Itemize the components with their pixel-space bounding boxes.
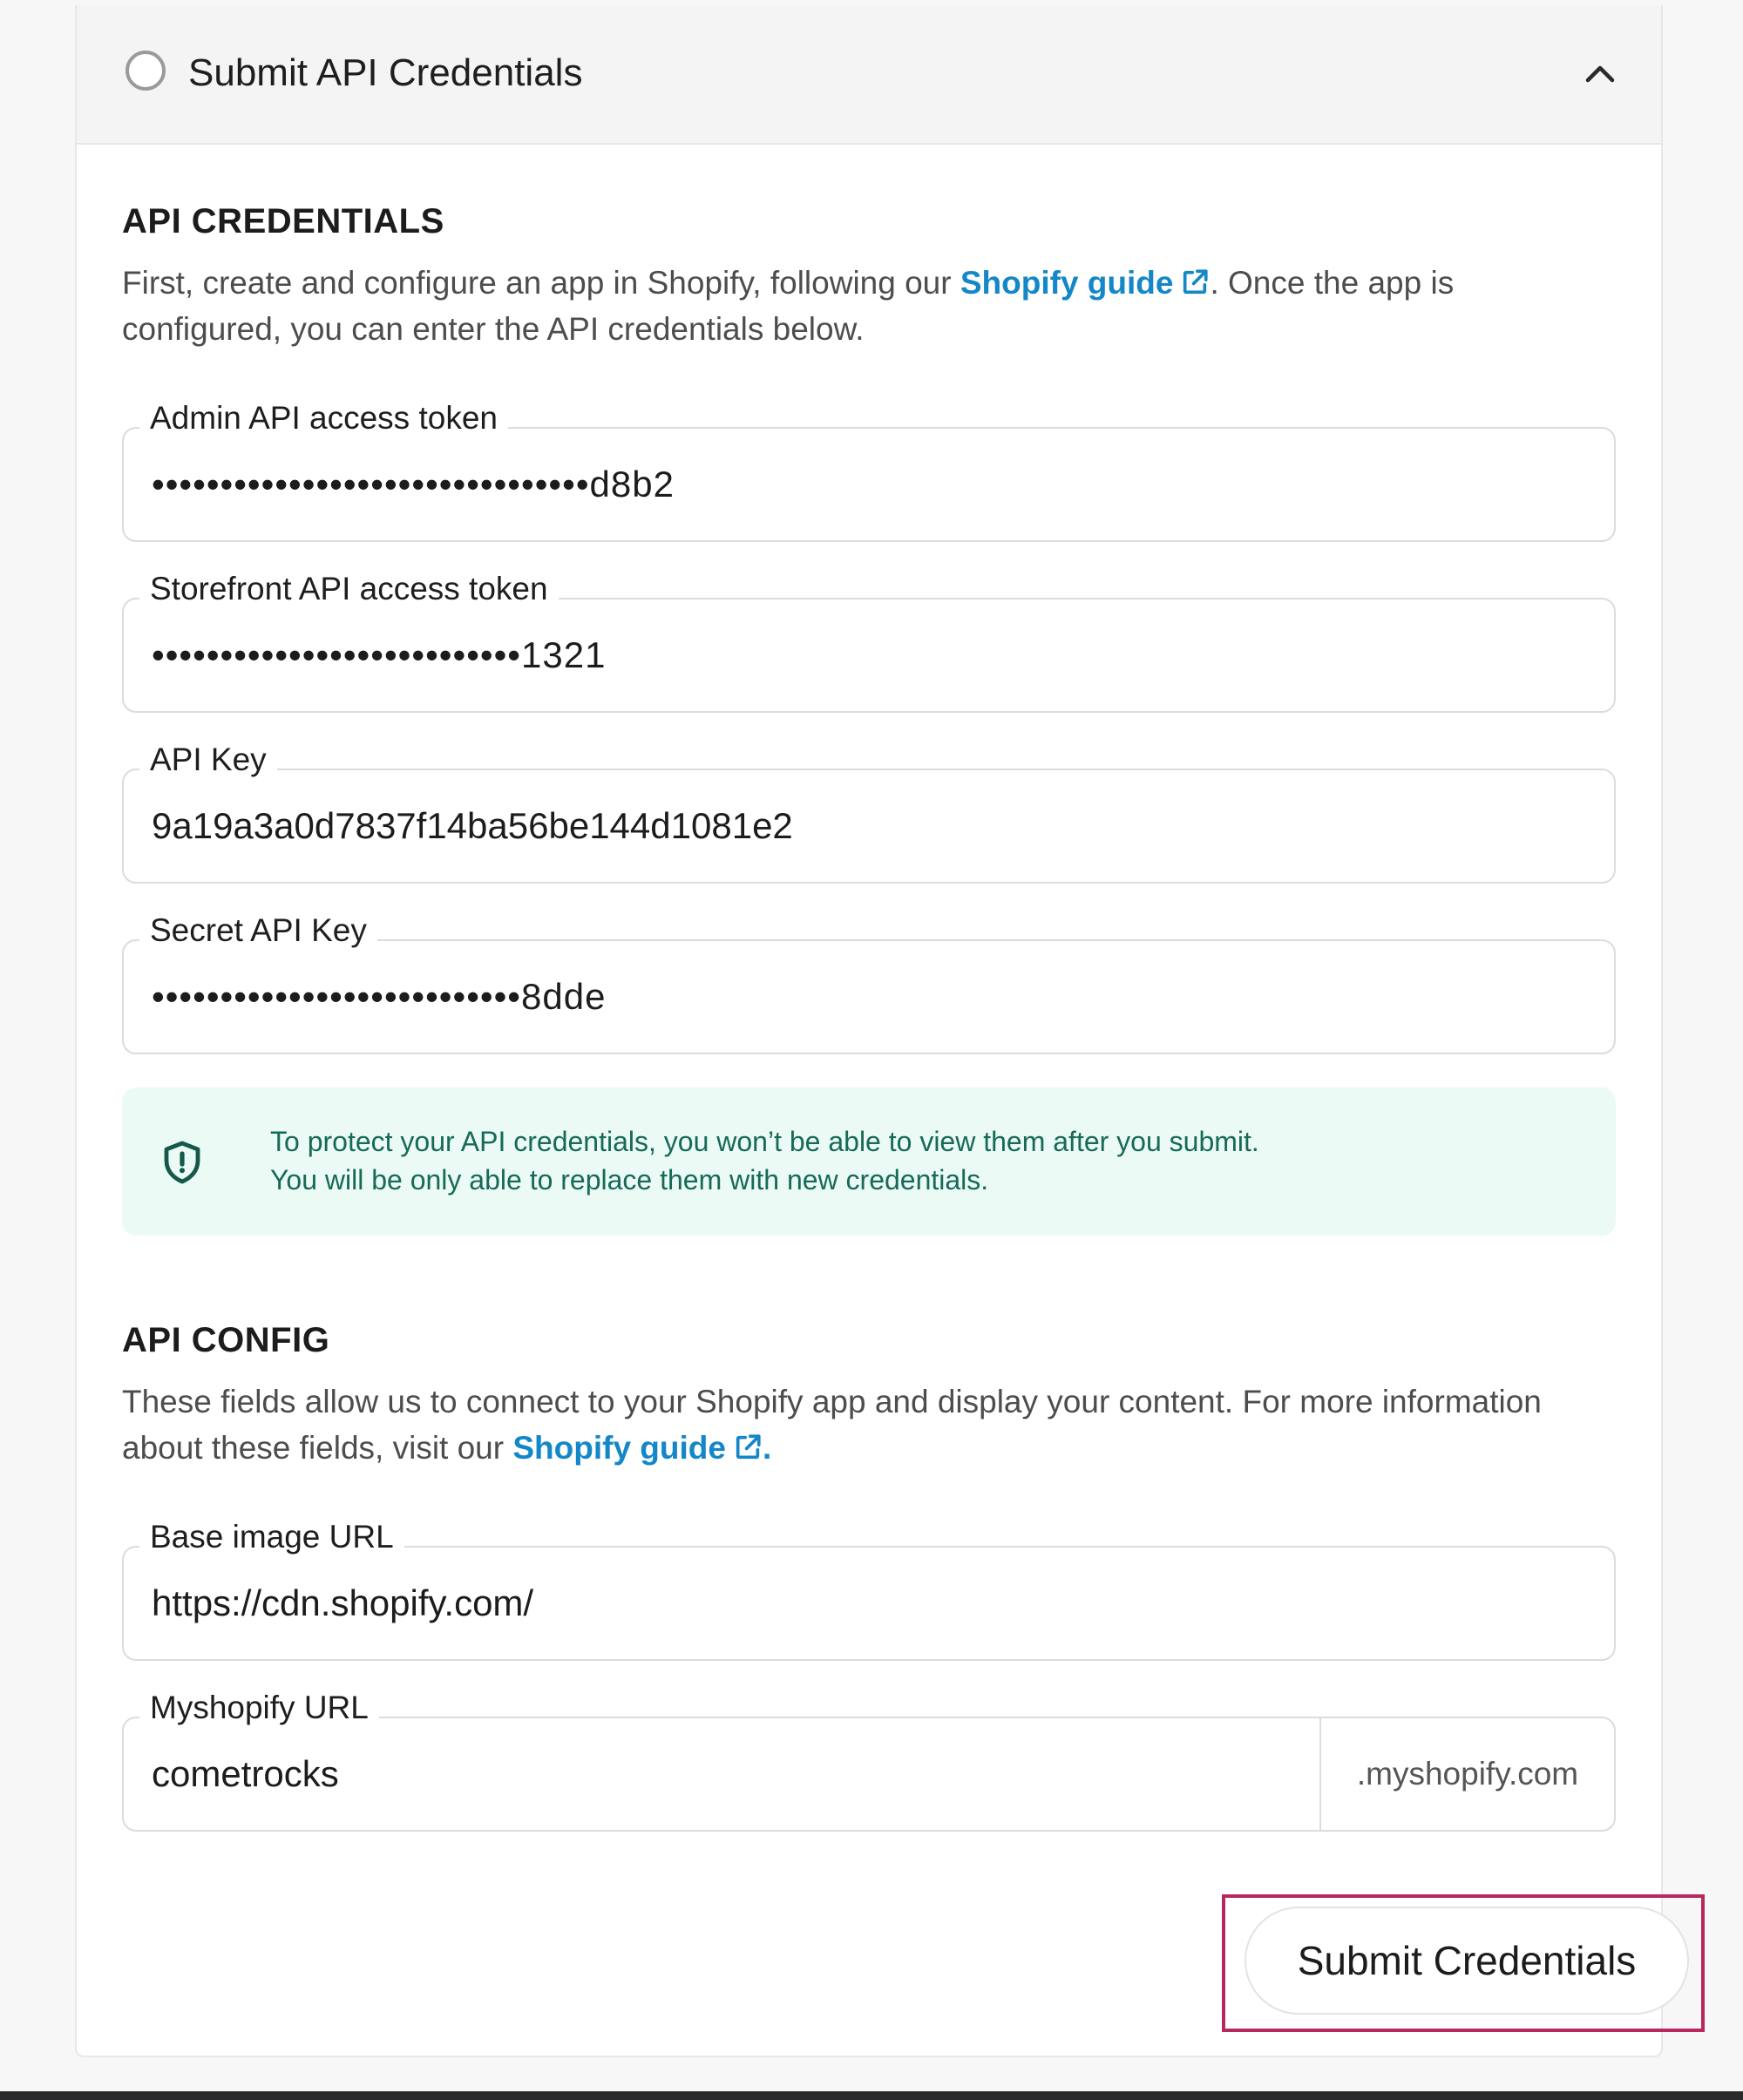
field-label: Secret API Key (139, 911, 377, 950)
field-value[interactable]: cometrocks (152, 1750, 339, 1799)
api-config-heading: API CONFIG (122, 1321, 330, 1359)
field-label: Myshopify URL (139, 1689, 379, 1727)
shopify-guide-link[interactable]: Shopify guide (960, 265, 1211, 301)
myshopify-suffix: .myshopify.com (1319, 1718, 1614, 1830)
description-text: These fields allow us to connect to your… (122, 1384, 1542, 1466)
notice-line: To protect your API credentials, you won… (270, 1126, 1259, 1157)
external-link-icon (1183, 269, 1209, 295)
secret-api-key-field[interactable]: Secret API Key •••••••••••••••••••••••••… (122, 911, 1616, 1054)
credentials-panel: Submit API Credentials API CREDENTIALS F… (75, 5, 1705, 2057)
external-link-icon (736, 1434, 761, 1460)
bottom-bar (0, 2091, 1743, 2100)
field-value[interactable]: •••••••••••••••••••••••••••8dde (152, 972, 606, 1021)
api-config-description: These fields allow us to connect to your… (122, 1379, 1604, 1471)
myshopify-url-field[interactable]: Myshopify URL cometrocks .myshopify.com (122, 1689, 1616, 1832)
shield-icon (164, 1141, 200, 1184)
field-value[interactable]: •••••••••••••••••••••••••••1321 (152, 631, 606, 680)
api-credentials-description: First, create and configure an app in Sh… (122, 260, 1604, 352)
api-credentials-heading: API CREDENTIALS (122, 202, 444, 240)
description-text: First, create and configure an app in Sh… (122, 265, 960, 301)
chevron-up-icon[interactable] (1576, 49, 1624, 98)
description-text-end: . (762, 1430, 772, 1466)
field-value[interactable]: ••••••••••••••••••••••••••••••••d8b2 (152, 460, 675, 509)
shopify-guide-link[interactable]: Shopify guide (512, 1430, 763, 1466)
submit-credentials-button[interactable]: Submit Credentials (1245, 1907, 1689, 2015)
accordion-header[interactable]: Submit API Credentials (77, 5, 1661, 145)
security-notice: To protect your API credentials, you won… (122, 1087, 1616, 1236)
storefront-api-token-field[interactable]: Storefront API access token ••••••••••••… (122, 570, 1616, 713)
accordion-title: Submit API Credentials (188, 51, 583, 94)
field-value[interactable]: 9a19a3a0d7837f14ba56be144d1081e2 (152, 802, 793, 850)
field-label: API Key (139, 741, 277, 779)
field-label: Base image URL (139, 1518, 404, 1556)
field-label: Admin API access token (139, 399, 508, 437)
field-value[interactable]: https://cdn.shopify.com/ (152, 1579, 533, 1628)
notice-line: You will be only able to replace them wi… (270, 1164, 989, 1196)
base-image-url-field[interactable]: Base image URL https://cdn.shopify.com/ (122, 1518, 1616, 1661)
admin-api-token-field[interactable]: Admin API access token •••••••••••••••••… (122, 399, 1616, 542)
notice-text: To protect your API credentials, you won… (270, 1122, 1259, 1199)
field-label: Storefront API access token (139, 570, 559, 608)
api-key-field[interactable]: API Key 9a19a3a0d7837f14ba56be144d1081e2 (122, 741, 1616, 884)
radio-circle-icon[interactable] (125, 51, 166, 91)
